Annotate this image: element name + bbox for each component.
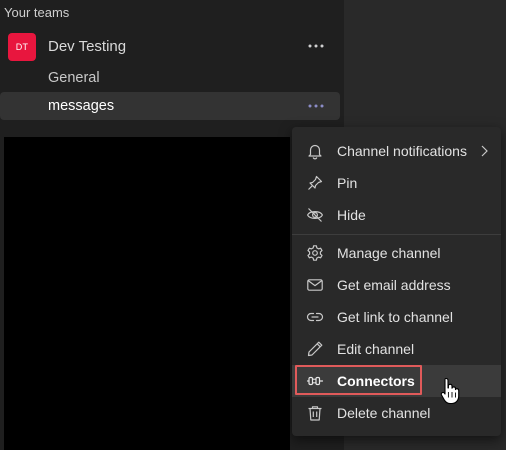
pin-icon — [306, 174, 324, 192]
your-teams-header: Your teams — [4, 5, 70, 20]
link-icon — [306, 308, 324, 326]
channel-more-options-icon[interactable] — [305, 98, 327, 114]
mail-icon — [306, 276, 324, 294]
pencil-icon — [306, 340, 324, 358]
menu-item-label: Edit channel — [337, 341, 415, 357]
redacted-content-panel — [4, 137, 290, 450]
team-more-options-icon[interactable] — [305, 38, 327, 54]
connectors-highlight-box — [295, 365, 422, 395]
menu-item-channel-notifications[interactable]: Channel notifications — [292, 135, 501, 167]
channel-label: messages — [48, 98, 115, 114]
menu-item-pin[interactable]: Pin — [292, 167, 501, 199]
team-row-dev-testing[interactable]: DT Dev Testing — [0, 30, 340, 62]
channel-item-messages[interactable]: messages — [0, 92, 340, 120]
channel-item-general[interactable]: General — [0, 64, 340, 92]
hand-pointer-cursor-icon — [440, 377, 460, 405]
menu-item-label: Channel notifications — [337, 143, 467, 159]
menu-item-label: Pin — [337, 175, 358, 191]
menu-item-hide[interactable]: Hide — [292, 199, 501, 231]
chevron-right-icon — [479, 144, 489, 158]
menu-separator — [292, 234, 501, 235]
menu-item-edit-channel[interactable]: Edit channel — [292, 333, 501, 365]
team-avatar: DT — [8, 33, 36, 61]
bell-icon — [306, 142, 324, 160]
eye-off-icon — [306, 206, 324, 224]
menu-item-label: Get link to channel — [337, 309, 453, 325]
channel-label: General — [48, 70, 100, 86]
trash-icon — [306, 404, 324, 422]
menu-item-manage-channel[interactable]: Manage channel — [292, 237, 501, 269]
menu-item-label: Delete channel — [337, 405, 431, 421]
menu-item-get-link-to-channel[interactable]: Get link to channel — [292, 301, 501, 333]
menu-item-label: Hide — [337, 207, 366, 223]
menu-item-get-email-address[interactable]: Get email address — [292, 269, 501, 301]
menu-item-label: Get email address — [337, 277, 451, 293]
menu-item-label: Manage channel — [337, 245, 441, 261]
gear-icon — [306, 244, 324, 262]
menu-item-delete-channel[interactable]: Delete channel — [292, 397, 501, 429]
team-name: Dev Testing — [48, 38, 127, 55]
